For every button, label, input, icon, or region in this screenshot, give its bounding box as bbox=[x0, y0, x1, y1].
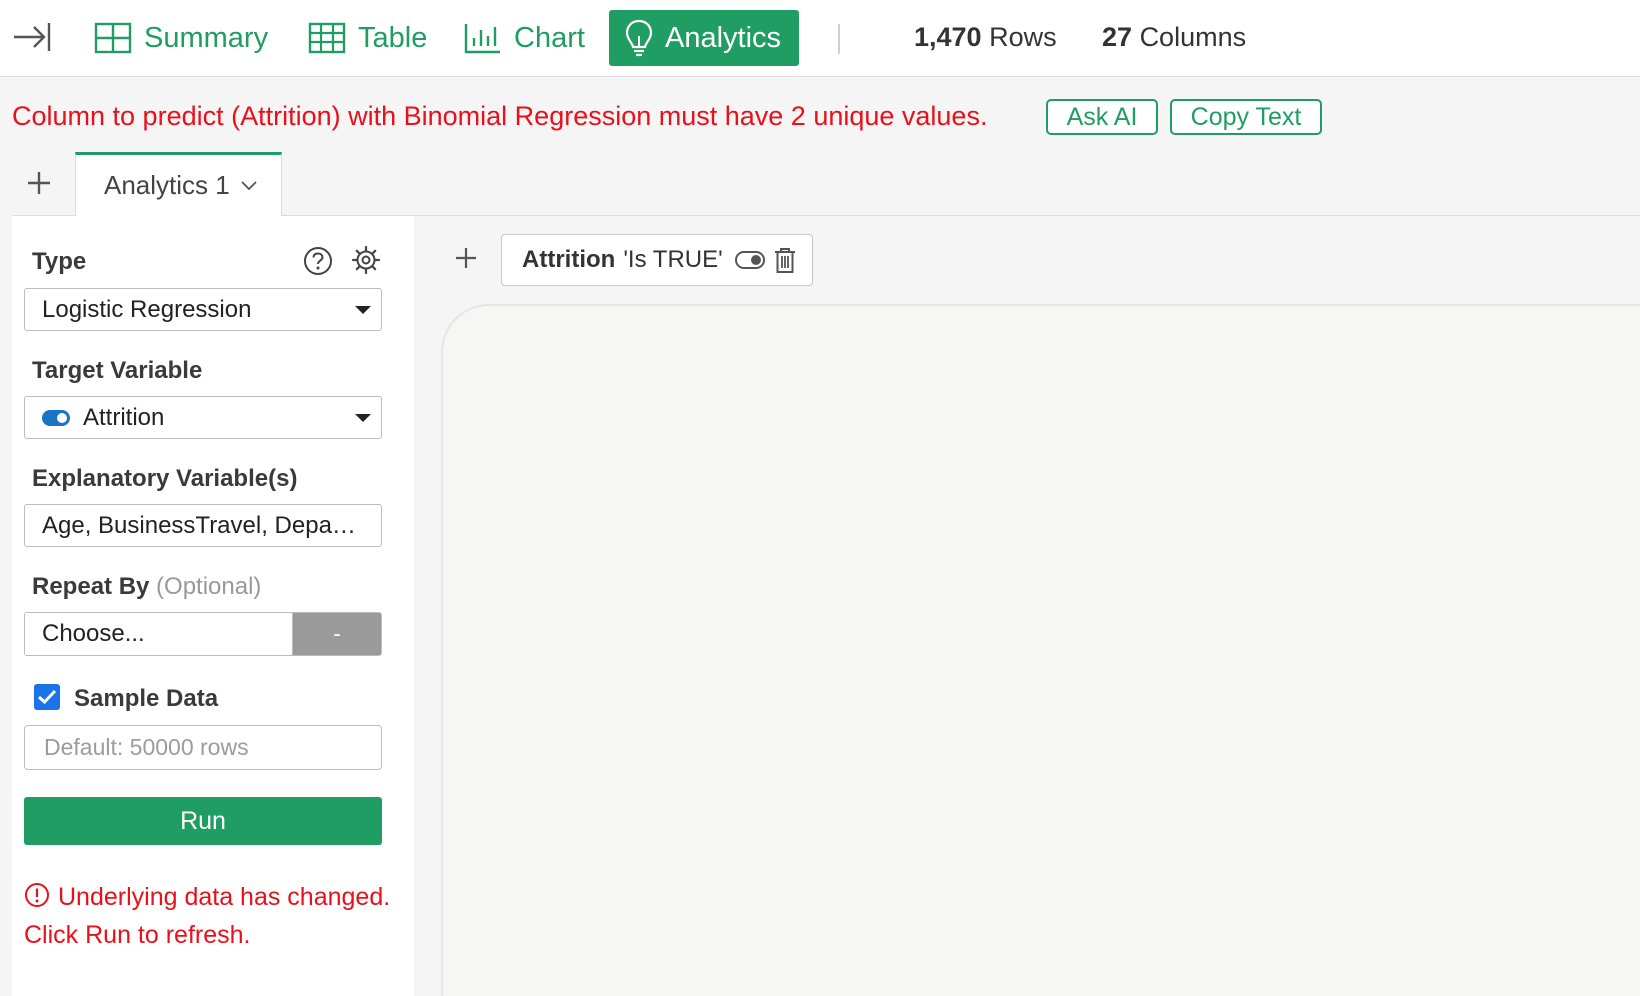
refresh-warning: Underlying data has changed. Click Run t… bbox=[24, 878, 394, 954]
logical-column-icon bbox=[42, 409, 70, 426]
repeat-by-optional: (Optional) bbox=[156, 573, 262, 600]
explanatory-variables-field[interactable]: Age, BusinessTravel, Department, Distanc… bbox=[24, 504, 382, 547]
tab-chart[interactable]: Chart bbox=[454, 10, 599, 66]
rows-count-label: Rows bbox=[989, 22, 1057, 52]
tab-summary[interactable]: Summary bbox=[84, 10, 282, 66]
chevron-down-icon bbox=[241, 180, 257, 190]
ask-ai-button[interactable]: Ask AI bbox=[1046, 99, 1158, 135]
explanatory-variables-label: Explanatory Variable(s) bbox=[32, 465, 298, 492]
tab-table-label: Table bbox=[358, 21, 428, 54]
type-label: Type bbox=[32, 248, 87, 275]
error-message: Column to predict (Attrition) with Binom… bbox=[12, 101, 988, 131]
chart-icon bbox=[464, 24, 500, 54]
summary-icon bbox=[94, 22, 132, 54]
checkmark-icon bbox=[37, 689, 57, 705]
rows-count: 1,470 Rows bbox=[914, 22, 1057, 53]
explanatory-variables-value: Age, BusinessTravel, Department, Distanc… bbox=[42, 511, 362, 539]
caret-down-icon bbox=[355, 414, 371, 422]
type-select-value: Logistic Regression bbox=[42, 295, 252, 323]
results-canvas bbox=[441, 304, 1640, 996]
plus-icon bbox=[28, 172, 50, 194]
run-button[interactable]: Run bbox=[24, 797, 382, 845]
refresh-warning-text: Underlying data has changed. Click Run t… bbox=[24, 883, 391, 949]
columns-count-label: Columns bbox=[1139, 22, 1247, 52]
gear-icon[interactable] bbox=[351, 245, 381, 280]
caret-down-icon bbox=[355, 306, 371, 314]
filter-column: Attrition bbox=[522, 246, 616, 273]
target-variable-value: Attrition bbox=[83, 403, 165, 431]
target-variable-label: Target Variable bbox=[32, 357, 203, 384]
tab-analytics[interactable]: Analytics bbox=[609, 10, 800, 66]
repeat-by-label: Repeat By (Optional) bbox=[32, 573, 261, 601]
filter-toggle-icon[interactable] bbox=[734, 251, 765, 269]
columns-count-value: 27 bbox=[1102, 22, 1133, 52]
plus-icon bbox=[456, 248, 476, 268]
filter-condition: 'Is TRUE' bbox=[623, 246, 723, 273]
tab-analytics-label: Analytics bbox=[665, 21, 782, 54]
filter-chip[interactable]: Attrition 'Is TRUE' bbox=[501, 234, 813, 286]
columns-count: 27 Columns bbox=[1102, 22, 1246, 53]
analytics-settings-panel: Type Logistic Regression Target Variable… bbox=[12, 216, 414, 996]
alert-circle-icon bbox=[25, 883, 49, 907]
repeat-by-control: Choose... - bbox=[24, 612, 382, 656]
repeat-by-select[interactable]: Choose... bbox=[25, 613, 293, 655]
repeat-by-label-text: Repeat By bbox=[32, 573, 150, 600]
sample-size-input[interactable] bbox=[24, 725, 382, 770]
rows-count-value: 1,470 bbox=[914, 22, 982, 52]
repeat-by-clear-button[interactable]: - bbox=[293, 613, 381, 655]
target-variable-select[interactable]: Attrition bbox=[24, 396, 382, 439]
toolbar-divider bbox=[838, 24, 840, 54]
lightbulb-icon bbox=[625, 19, 653, 57]
help-icon[interactable] bbox=[303, 246, 333, 281]
table-icon bbox=[308, 22, 346, 54]
sample-data-checkbox[interactable] bbox=[34, 684, 60, 710]
tab-table[interactable]: Table bbox=[298, 10, 441, 66]
tab-summary-label: Summary bbox=[144, 21, 269, 54]
trash-icon[interactable] bbox=[773, 246, 797, 274]
analytics-tab-label: Analytics 1 bbox=[104, 170, 230, 200]
add-filter-button[interactable] bbox=[452, 244, 480, 272]
add-analytics-tab-button[interactable] bbox=[22, 166, 56, 200]
tab-analytics-1[interactable]: Analytics 1 bbox=[75, 152, 282, 216]
copy-text-button[interactable]: Copy Text bbox=[1170, 99, 1322, 135]
sample-data-label: Sample Data bbox=[74, 685, 219, 712]
collapse-panel-icon[interactable] bbox=[12, 20, 52, 54]
tab-chart-label: Chart bbox=[514, 21, 585, 54]
type-select[interactable]: Logistic Regression bbox=[24, 288, 382, 331]
top-toolbar: Summary Table Chart Analytics 1,470 Rows… bbox=[0, 0, 1640, 77]
